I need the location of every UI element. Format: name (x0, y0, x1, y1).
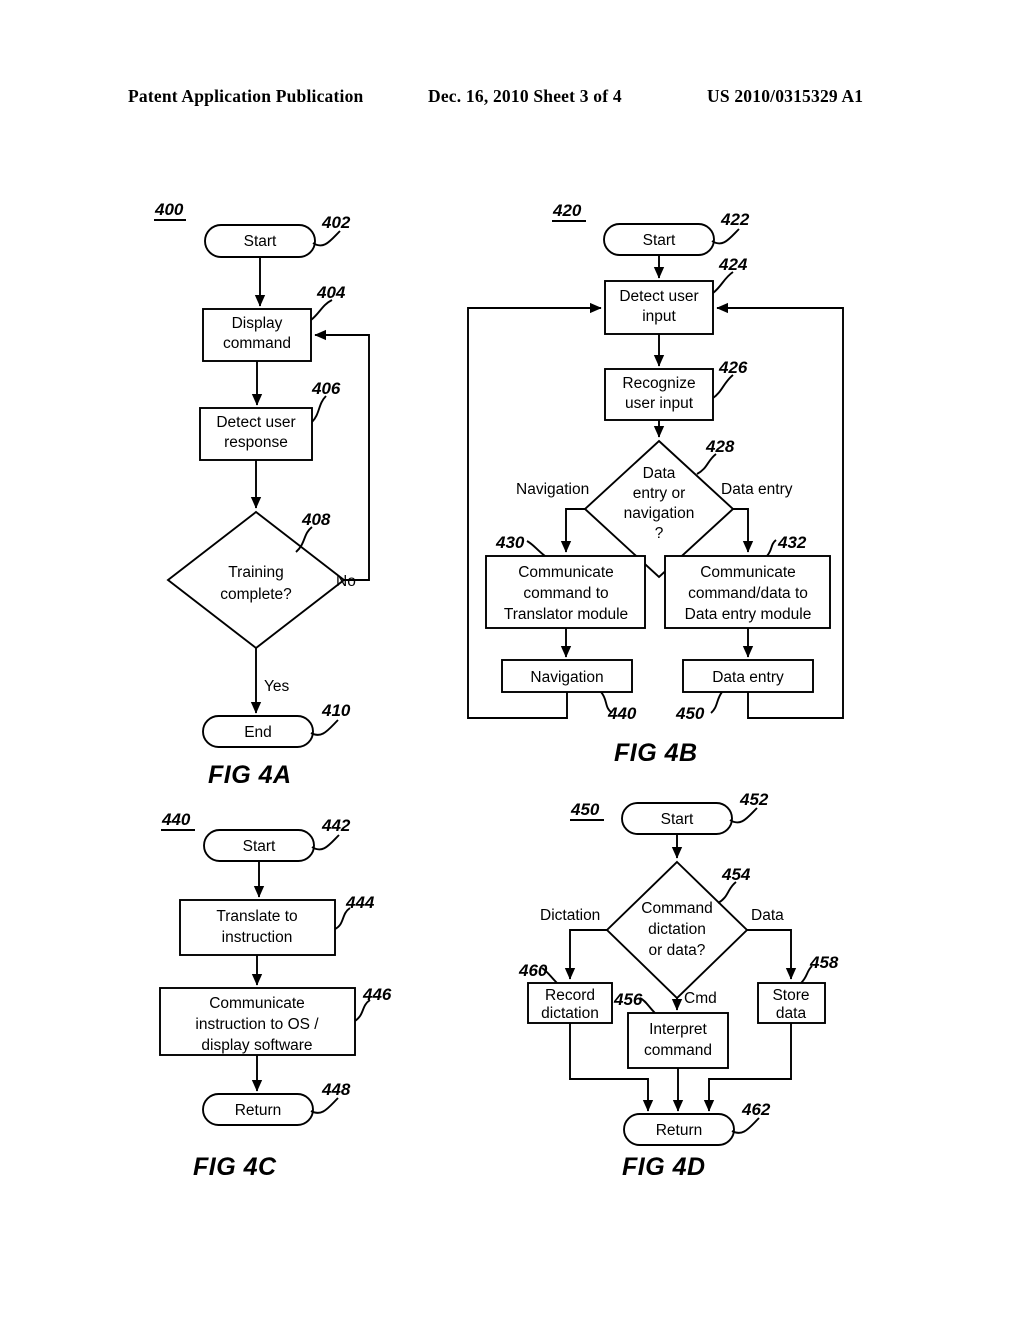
fig4b-diagram-ref: 420 (552, 201, 582, 220)
fig4c-return-ref: 448 (321, 1080, 351, 1099)
fig4a-display-command-ref: 404 (316, 283, 346, 302)
fig4a-detect-response-line1: Detect user (216, 414, 295, 431)
fig4b-start-ref: 422 (720, 210, 750, 229)
fig4a-start-ref: 402 (321, 213, 351, 232)
fig4a-title: FIG 4A (208, 761, 292, 789)
fig4b-decision-line3: navigation (624, 505, 695, 522)
fig4d-store-line1: Store (772, 987, 809, 1004)
fig4b-left-box-ref: 430 (495, 533, 525, 552)
fig4c-start-ref: 442 (321, 816, 351, 835)
fig4b-right-box-line1: Communicate (700, 564, 796, 581)
fig4d-return-ref: 462 (741, 1100, 771, 1119)
fig4b-detect-input-line1: Detect user (619, 288, 698, 305)
fig4c-translate-ref: 444 (345, 893, 375, 912)
fig4a-decision-ref: 408 (301, 510, 331, 529)
figure-4b: 420 Start 422 Detect user input 424 Reco… (467, 201, 844, 767)
figure-4c: 440 Start 442 Translate to instruction 4… (159, 810, 392, 1181)
fig4b-decision-line1: Data (643, 465, 676, 482)
fig4b-recognize-input-ref: 426 (718, 358, 748, 377)
fig4c-communicate-line3: display software (201, 1037, 312, 1054)
fig4d-store-ref: 458 (809, 953, 839, 972)
fig4c-return-label: Return (235, 1102, 282, 1119)
fig4b-decision-line2: entry or (633, 485, 686, 502)
fig4b-title: FIG 4B (614, 739, 698, 767)
fig4b-left-box-line3: Translator module (504, 606, 628, 623)
fig4b-navigation-branch-label: Navigation (516, 481, 589, 498)
fig4d-interpret-line2: command (644, 1042, 712, 1059)
fig4d-dictation-branch-label: Dictation (540, 907, 600, 924)
fig4c-start-label: Start (243, 838, 276, 855)
fig4b-recognize-input-line2: user input (625, 395, 694, 412)
fig4c-communicate-line1: Communicate (209, 995, 305, 1012)
fig4b-decision-ref: 428 (705, 437, 735, 456)
fig4b-left-box-line1: Communicate (518, 564, 614, 581)
fig4d-interpret-ref: 456 (613, 990, 643, 1009)
fig4d-data-branch-label: Data (751, 907, 784, 924)
fig4b-navigation-ref: 440 (607, 704, 637, 723)
fig4b-start-label: Start (643, 232, 676, 249)
fig4b-right-box-line2: command/data to (688, 585, 808, 602)
fig4d-record-ref: 460 (518, 961, 548, 980)
fig4c-communicate-line2: instruction to OS / (195, 1016, 319, 1033)
fig4c-communicate-ref: 446 (362, 985, 392, 1004)
fig4b-right-box-line3: Data entry module (685, 606, 812, 623)
fig4a-detect-response-line2: response (224, 434, 288, 451)
fig4c-translate-line1: Translate to (216, 908, 297, 925)
fig4a-end-ref: 410 (321, 701, 351, 720)
fig4b-decision-line4: ? (655, 525, 664, 542)
fig4b-detect-input-line2: input (642, 308, 676, 325)
fig4d-start-ref: 452 (739, 790, 769, 809)
fig4d-decision-line2: dictation (648, 921, 706, 938)
fig4a-end-label: End (244, 724, 272, 741)
fig4d-interpret-line1: Interpret (649, 1021, 707, 1038)
fig4d-cmd-branch-label: Cmd (684, 990, 717, 1007)
fig4b-detect-input-ref: 424 (718, 255, 748, 274)
fig4a-decision-line2: complete? (220, 586, 292, 603)
fig4b-right-box-ref: 432 (777, 533, 807, 552)
fig4a-detect-response-ref: 406 (311, 379, 341, 398)
fig4a-yes-branch-label: Yes (264, 678, 290, 695)
fig4c-diagram-ref: 440 (161, 810, 191, 829)
fig4d-record-line2: dictation (541, 1005, 599, 1022)
fig4a-display-command-line1: Display (232, 315, 283, 332)
fig4c-translate-line2: instruction (222, 929, 293, 946)
fig4b-data-entry-branch-label: Data entry (721, 481, 793, 498)
fig4d-diagram-ref: 450 (570, 800, 600, 819)
figure-4a: 400 Start 402 Display command 404 Detect… (154, 200, 370, 789)
fig4c-title: FIG 4C (193, 1153, 277, 1181)
fig4b-recognize-input-line1: Recognize (622, 375, 695, 392)
figure-4d: 450 Start 452 Command dictation or data?… (518, 790, 839, 1181)
fig4d-decision-ref: 454 (721, 865, 751, 884)
fig4b-left-box-line2: command to (523, 585, 608, 602)
fig4a-display-command-line2: command (223, 335, 291, 352)
fig4a-diagram-ref: 400 (154, 200, 184, 219)
fig4a-no-branch-label: No (336, 573, 356, 590)
fig4b-data-entry-label: Data entry (712, 669, 784, 686)
fig4b-data-entry-ref: 450 (675, 704, 705, 723)
fig4a-start-label: Start (244, 233, 277, 250)
fig4d-title: FIG 4D (622, 1153, 706, 1181)
fig4d-decision-line3: or data? (649, 942, 706, 959)
fig4d-store-line2: data (776, 1005, 807, 1022)
fig4a-decision-line1: Training (228, 564, 283, 581)
fig4d-record-line1: Record (545, 987, 595, 1004)
patent-figure-page: Patent Application Publication Dec. 16, … (0, 0, 1024, 1320)
fig4d-start-label: Start (661, 811, 694, 828)
fig4d-return-label: Return (656, 1122, 703, 1139)
fig4d-decision-line1: Command (641, 900, 713, 917)
figures-canvas: 400 Start 402 Display command 404 Detect… (154, 200, 844, 1181)
fig4b-navigation-label: Navigation (530, 669, 603, 686)
